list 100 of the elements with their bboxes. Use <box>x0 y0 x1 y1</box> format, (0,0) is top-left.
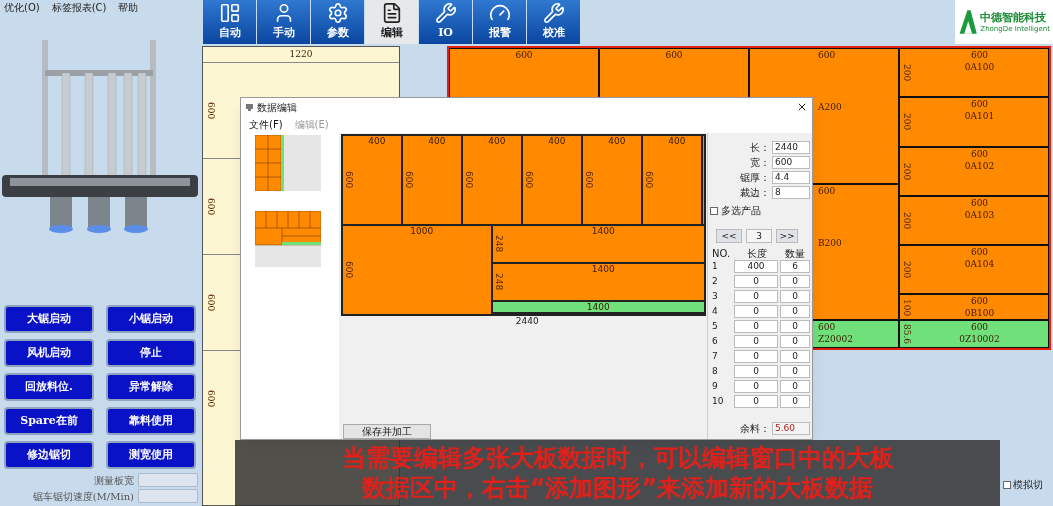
subtitle-text: 数据区中，右击“添加图形”来添加新的大板数据 <box>361 473 874 503</box>
input-field[interactable]: 6 <box>780 260 810 273</box>
toolbar-tab[interactable]: 参数 <box>311 0 364 44</box>
input-field[interactable] <box>138 473 198 487</box>
toolbar-tab[interactable]: 自动 <box>203 0 256 44</box>
toolbar-tab[interactable]: IO <box>419 0 472 44</box>
layout-thumbnail[interactable] <box>255 135 321 191</box>
input-field[interactable]: 600 <box>772 156 810 169</box>
input-field[interactable]: 0 <box>780 305 810 318</box>
input-field[interactable]: 0 <box>780 380 810 393</box>
dimension-label: 600 <box>403 171 413 189</box>
previous-button[interactable]: << <box>716 229 742 243</box>
control-button[interactable]: 回放料位. <box>4 373 94 401</box>
row-number: 5 <box>712 322 719 331</box>
input-field[interactable]: 0 <box>734 305 778 318</box>
menu-item[interactable]: 标签报表(C) <box>51 2 107 13</box>
part-name: 0A100 <box>964 63 995 72</box>
input-field[interactable]: 4.4 <box>772 171 810 184</box>
input-field[interactable]: 0 <box>734 350 778 363</box>
column-header: 长度 <box>746 249 768 259</box>
next-button[interactable]: >> <box>776 229 798 243</box>
dimension-label: 600 <box>343 171 353 189</box>
column-header: NO. <box>712 249 732 259</box>
dimension-label: 200 <box>902 261 911 279</box>
input-field[interactable]: 0 <box>734 335 778 348</box>
input-field[interactable]: 0 <box>780 350 810 363</box>
control-button[interactable]: 停止 <box>106 339 196 367</box>
input-field[interactable]: 400 <box>734 260 778 273</box>
input-field[interactable]: 0 <box>780 275 810 288</box>
dimension-label: 248 <box>493 235 503 253</box>
toolbar-tab[interactable]: 报警 <box>473 0 526 44</box>
input-field[interactable]: 0 <box>780 365 810 378</box>
field-label: 长： <box>750 141 770 155</box>
dimension-label: 600 <box>515 51 533 60</box>
dimension-label: 1220 <box>289 50 313 59</box>
dimension-label: 400 <box>608 137 626 148</box>
input-field[interactable]: 0 <box>734 320 778 333</box>
logo-title: 中德智能科技 <box>980 10 1048 25</box>
field-label: 余料： <box>740 422 770 436</box>
input-field[interactable]: 0 <box>780 290 810 303</box>
dimension-label: 400 <box>368 137 386 148</box>
tools-icon <box>434 2 457 25</box>
dimension-label: 600 <box>970 51 989 60</box>
dimension-label: 600 <box>818 323 836 332</box>
control-button[interactable]: 靠料使用 <box>106 407 196 435</box>
input-field[interactable]: 5.60 <box>772 422 810 435</box>
menu-item[interactable]: 帮助 <box>118 2 139 13</box>
toolbar-tab[interactable]: 校准 <box>527 0 580 44</box>
control-button[interactable]: Spare在前 <box>4 407 94 435</box>
dimension-label: 1400 <box>591 227 615 238</box>
menu-item[interactable]: 文件(F) <box>249 117 283 132</box>
input-field[interactable]: 8 <box>772 186 810 199</box>
input-field[interactable]: 0 <box>734 380 778 393</box>
input-field[interactable]: 0 <box>780 320 810 333</box>
control-button[interactable]: 大锯启动 <box>4 305 94 333</box>
row-number: 10 <box>712 397 725 406</box>
input-field[interactable]: 0 <box>734 290 778 303</box>
row-number: 2 <box>712 277 719 286</box>
checkbox-label: 多选产品 <box>721 204 761 218</box>
dimension-label: 600 <box>665 51 683 60</box>
dimension-label: 600 <box>343 261 353 279</box>
control-button[interactable]: 测宽使用 <box>106 441 196 469</box>
row-number: 8 <box>712 367 719 376</box>
control-button[interactable]: 异常解除 <box>106 373 196 401</box>
input-field[interactable]: 2440 <box>772 141 810 154</box>
dimension-label: 600 <box>970 248 989 258</box>
checkbox[interactable] <box>710 206 718 215</box>
toolbar-tab[interactable]: 编辑 <box>365 0 418 44</box>
control-button[interactable]: 修边锯切 <box>4 441 94 469</box>
input-field[interactable] <box>138 489 198 503</box>
window-title: 数据编辑 <box>257 100 297 115</box>
input-field[interactable]: 0 <box>780 395 810 408</box>
control-button[interactable]: 风机启动 <box>4 339 94 367</box>
dimension-label: 600 <box>206 389 215 408</box>
gear-icon <box>326 2 349 25</box>
layout-thumbnail[interactable] <box>255 211 321 267</box>
row-number: 1 <box>712 262 719 271</box>
input-field[interactable]: 0 <box>734 365 778 378</box>
tools-icon <box>542 2 565 25</box>
dimension-label: 400 <box>548 137 566 148</box>
close-icon[interactable] <box>796 101 808 113</box>
checkbox[interactable] <box>1003 480 1011 489</box>
menu-item[interactable]: 优化(O) <box>4 2 40 13</box>
control-button[interactable]: 小锯启动 <box>106 305 196 333</box>
dimension-label: 600 <box>970 100 989 110</box>
save-button[interactable]: 保存并加工 <box>342 424 431 439</box>
input-field[interactable]: 0 <box>780 335 810 348</box>
dimension-label: 100 <box>902 298 911 316</box>
checkbox-label: 模拟切 <box>1013 478 1043 492</box>
dimension-label: 600 <box>206 101 215 120</box>
toolbar-tab[interactable]: 手动 <box>257 0 310 44</box>
dimension-label: 200 <box>902 211 911 229</box>
part-name: 0A101 <box>964 112 995 122</box>
field-label: 测量板宽 <box>93 473 135 488</box>
dimension-label: 600 <box>523 171 533 189</box>
input-field[interactable]: 0 <box>734 395 778 408</box>
dimension-label: 400 <box>488 137 506 148</box>
dimension-label: 600 <box>818 187 836 196</box>
input-field[interactable]: 0 <box>734 275 778 288</box>
field-label: 锯厚： <box>740 171 770 185</box>
